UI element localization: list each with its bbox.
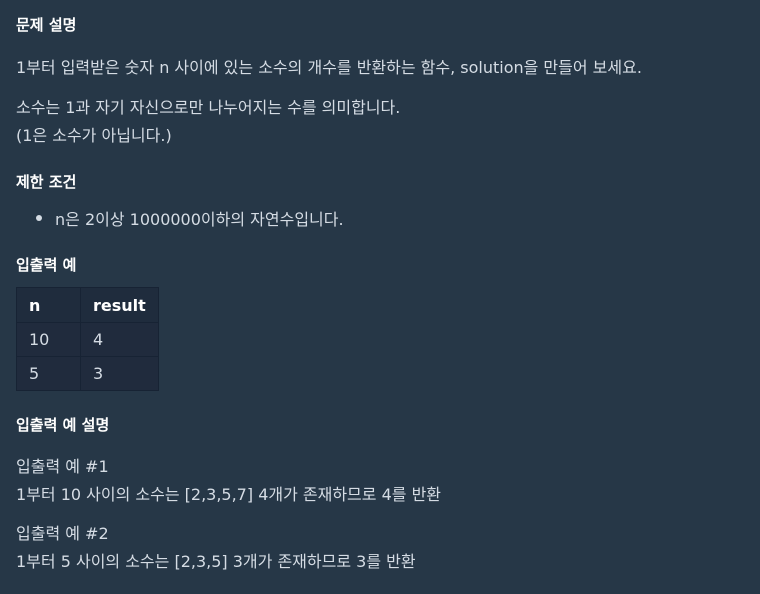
bullet-icon xyxy=(36,215,42,221)
example-1-text: 1부터 10 사이의 소수는 [2,3,5,7] 4개가 존재하므로 4를 반환 xyxy=(16,485,442,504)
constraint-item: n은 2이상 1000000이하의 자연수입니다. xyxy=(55,210,344,229)
table-cell: 5 xyxy=(16,356,81,391)
example-2-title: 입출력 예 #2 xyxy=(16,524,109,543)
heading-constraints: 제한 조건 xyxy=(16,173,77,191)
table-cell: 4 xyxy=(80,322,159,357)
heading-problem-description: 문제 설명 xyxy=(16,16,77,34)
heading-examples: 입출력 예 xyxy=(16,256,77,274)
table-cell: 10 xyxy=(16,322,81,357)
table-row: 10 4 xyxy=(16,322,159,357)
table-header-row: n result xyxy=(16,287,159,323)
table-cell: 3 xyxy=(80,356,159,391)
description-line-3: (1은 소수가 아닙니다.) xyxy=(16,126,172,145)
example-1-title: 입출력 예 #1 xyxy=(16,457,109,476)
table-header-n: n xyxy=(16,287,81,323)
table-header-result: result xyxy=(80,287,159,323)
heading-example-explanation: 입출력 예 설명 xyxy=(16,416,110,434)
examples-table: n result 10 4 5 3 xyxy=(16,287,159,391)
table-row: 5 3 xyxy=(16,356,159,391)
description-line-2: 소수는 1과 자기 자신으로만 나누어지는 수를 의미합니다. xyxy=(16,98,401,117)
description-line-1: 1부터 입력받은 숫자 n 사이에 있는 소수의 개수를 반환하는 함수, so… xyxy=(16,58,642,77)
example-2-text: 1부터 5 사이의 소수는 [2,3,5] 3개가 존재하므로 3를 반환 xyxy=(16,552,416,571)
